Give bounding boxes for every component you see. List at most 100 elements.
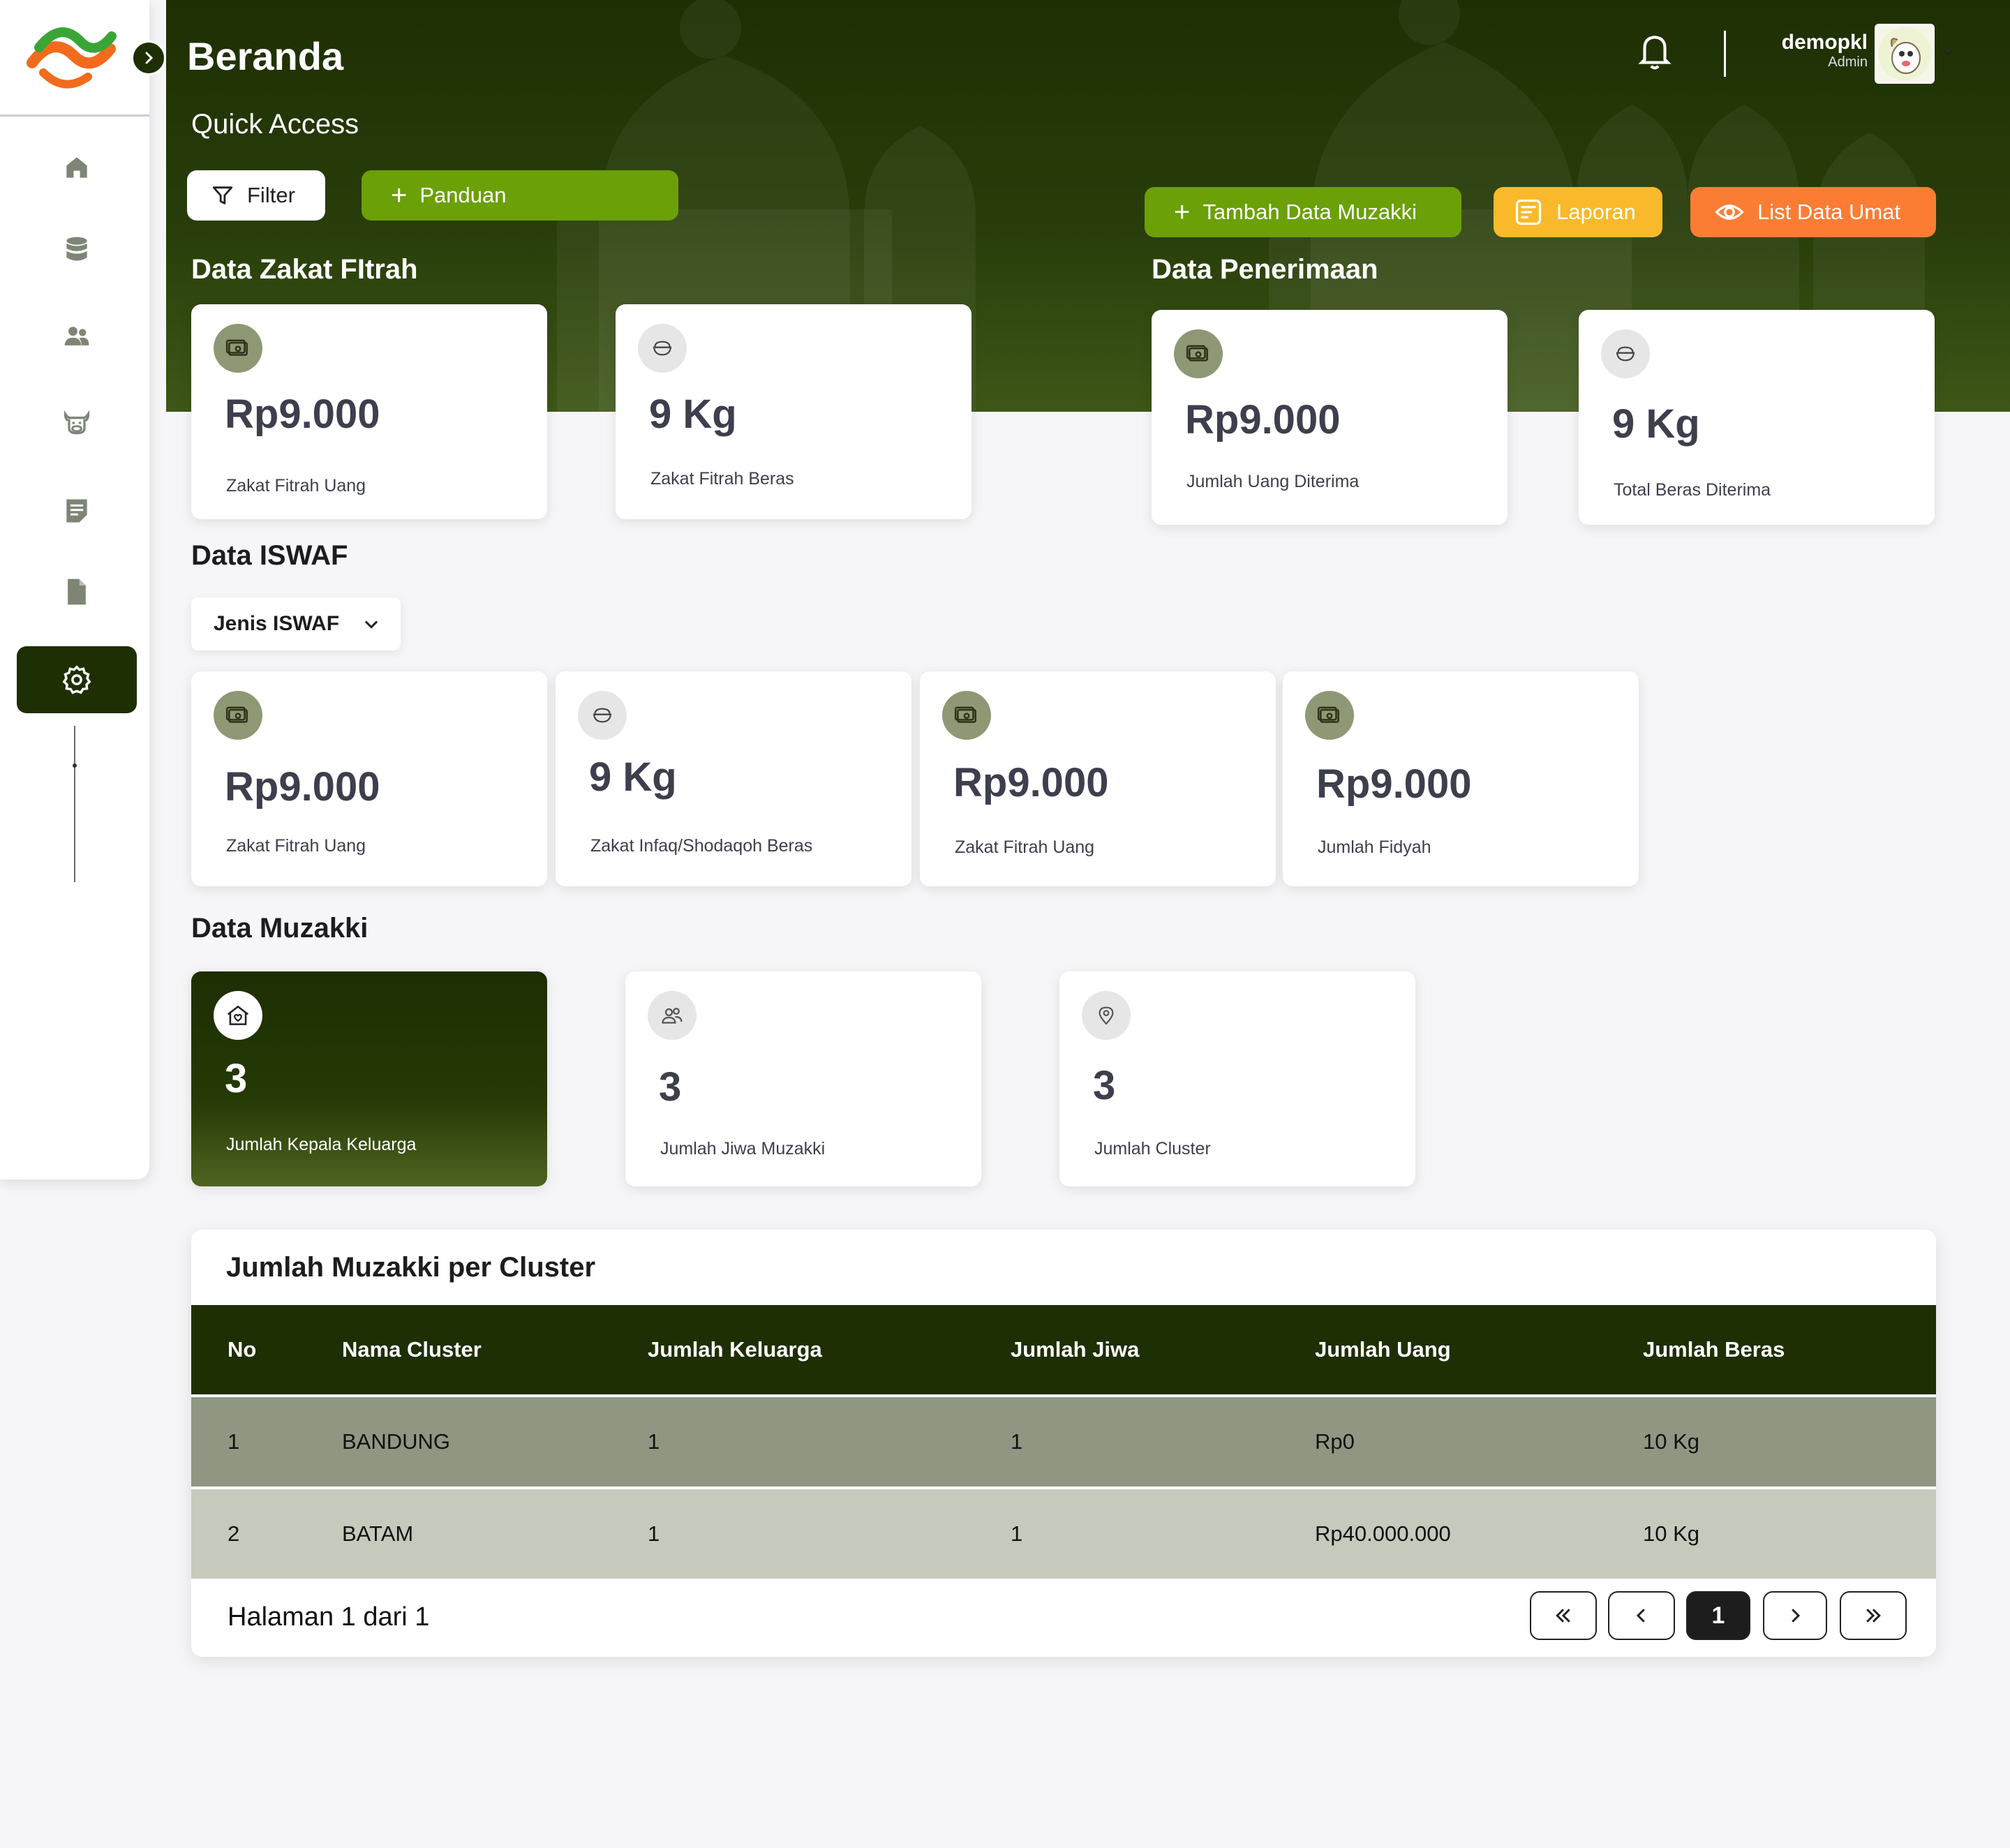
table-cell: Rp0 [1315, 1429, 1355, 1454]
people-icon [648, 991, 697, 1040]
column-header[interactable]: Jumlah Jiwa [1011, 1305, 1139, 1394]
settings-icon [62, 665, 91, 694]
chevron-left-icon [1636, 1609, 1645, 1623]
stat-card-jumlah-uang-diterima: Rp9.000 Jumlah Uang Diterima [1152, 310, 1508, 525]
home-icon [66, 157, 87, 178]
panduan-button[interactable]: + Panduan [362, 170, 678, 221]
cluster-table-card: Jumlah Muzakki per Cluster No Nama Clust… [191, 1230, 1936, 1657]
sidebar-item-database[interactable] [17, 216, 137, 283]
stat-card-iswaf-3: Rp9.000 Zakat Fitrah Uang [920, 671, 1276, 886]
table-cell: 2 [228, 1521, 240, 1546]
column-header[interactable]: Jumlah Beras [1643, 1305, 1785, 1394]
table-cell: 10 Kg [1643, 1429, 1700, 1454]
stat-value: Rp9.000 [225, 392, 380, 437]
sidebar-divider [0, 114, 149, 117]
sidebar-item-settings[interactable] [17, 646, 137, 713]
sidebar-item-cattle[interactable] [17, 389, 137, 456]
table-cell: BANDUNG [342, 1429, 451, 1454]
money-icon [1305, 691, 1354, 740]
stat-card-cluster: 3 Jumlah Cluster [1059, 971, 1415, 1186]
filter-label: Filter [247, 183, 295, 207]
sidebar-scroll-thumb[interactable] [73, 763, 77, 768]
section-title-zakat-fitrah: Data Zakat FItrah [191, 254, 418, 285]
column-header[interactable]: Nama Cluster [342, 1305, 482, 1394]
note-icon [66, 499, 87, 523]
database-icon [66, 237, 87, 261]
rice-bowl-icon [578, 691, 627, 740]
add-muzakki-button[interactable]: + Tambah Data Muzakki [1145, 187, 1461, 237]
table-cell: 1 [228, 1429, 240, 1454]
stat-card-jiwa-muzakki: 3 Jumlah Jiwa Muzakki [625, 971, 981, 1186]
sidebar-item-home[interactable] [17, 134, 137, 201]
money-icon [214, 324, 262, 373]
sidebar-collapse-button[interactable] [131, 40, 166, 75]
location-pin-icon [1082, 991, 1131, 1040]
file-icon [68, 579, 86, 605]
stat-value: Rp9.000 [1185, 397, 1341, 442]
plus-icon: + [391, 180, 408, 211]
eye-icon [1715, 204, 1744, 220]
filter-icon [212, 186, 233, 204]
stat-label: Jumlah Uang Diterima [1186, 472, 1360, 491]
sidebar-item-users[interactable] [17, 303, 137, 370]
previous-page-button[interactable] [1608, 1591, 1675, 1640]
sidebar-item-notes[interactable] [17, 477, 137, 544]
stat-value: 9 Kg [1612, 401, 1700, 447]
panduan-label: Panduan [419, 183, 507, 207]
column-header[interactable]: Jumlah Keluarga [648, 1305, 822, 1394]
stat-label: Zakat Fitrah Beras [650, 469, 794, 489]
stat-label: Jumlah Jiwa Muzakki [660, 1139, 826, 1158]
iswaf-select-label: Jenis ISWAF [214, 612, 340, 635]
next-page-button[interactable] [1763, 1591, 1827, 1640]
chevron-right-icon [1792, 1609, 1801, 1623]
laporan-button[interactable]: Laporan [1494, 187, 1662, 237]
iswaf-type-select[interactable]: Jenis ISWAF [191, 597, 401, 650]
sidebar [0, 0, 149, 1179]
sidebar-item-reports[interactable] [17, 558, 137, 625]
page-button-current[interactable]: 1 [1686, 1591, 1750, 1640]
stat-value: 9 Kg [589, 754, 677, 800]
stat-card-zakat-fitrah-uang: Rp9.000 Zakat Fitrah Uang [191, 304, 547, 519]
column-header[interactable]: Jumlah Uang [1315, 1305, 1451, 1394]
column-header[interactable]: No [228, 1305, 256, 1394]
stat-label: Zakat Fitrah Uang [226, 476, 366, 495]
users-icon [64, 327, 89, 345]
user-name[interactable]: demopkl [1782, 31, 1868, 54]
quick-access-label: Quick Access [191, 109, 359, 140]
table-row[interactable]: 1 BANDUNG 1 1 Rp0 10 Kg [191, 1397, 1936, 1486]
table-cell: BATAM [342, 1521, 414, 1546]
stat-card-iswaf-1: Rp9.000 Zakat Fitrah Uang [191, 671, 547, 886]
stat-value: 3 [659, 1064, 682, 1110]
report-icon [1515, 199, 1542, 225]
user-menu-chevron-down-icon[interactable] [1940, 45, 1956, 64]
table-cell: 1 [648, 1521, 660, 1546]
stat-label: Jumlah Cluster [1094, 1139, 1211, 1158]
table-cell: Rp40.000.000 [1315, 1521, 1451, 1546]
list-data-umat-button[interactable]: List Data Umat [1690, 187, 1936, 237]
table-cell: 1 [648, 1429, 660, 1454]
stat-label: Total Beras Diterima [1614, 480, 1771, 500]
chevrons-left-icon [1556, 1609, 1570, 1623]
stat-card-iswaf-2: 9 Kg Zakat Infaq/Shodaqoh Beras [556, 671, 911, 886]
stat-value: Rp9.000 [953, 760, 1109, 805]
chevrons-right-icon [1866, 1609, 1881, 1623]
table-title: Jumlah Muzakki per Cluster [226, 1252, 596, 1283]
rice-bowl-icon [1601, 329, 1650, 378]
stat-label: Jumlah Fidyah [1318, 837, 1431, 857]
add-muzakki-label: Tambah Data Muzakki [1203, 200, 1417, 224]
first-page-button[interactable] [1530, 1591, 1597, 1640]
filter-button[interactable]: Filter [187, 170, 325, 221]
table-row[interactable]: 2 BATAM 1 1 Rp40.000.000 10 Kg [191, 1489, 1936, 1579]
notification-bell-icon[interactable] [1637, 31, 1672, 75]
stat-card-kepala-keluarga: 3 Jumlah Kepala Keluarga [191, 971, 547, 1186]
stat-label: Zakat Fitrah Uang [955, 837, 1095, 857]
avatar[interactable] [1875, 24, 1935, 84]
table-cell: 1 [1011, 1429, 1023, 1454]
chevron-down-icon [364, 620, 378, 629]
chevron-right-icon [145, 52, 154, 64]
last-page-button[interactable] [1840, 1591, 1907, 1640]
app-logo [25, 21, 119, 94]
stat-value: 3 [225, 1056, 248, 1101]
list-data-umat-label: List Data Umat [1757, 200, 1901, 224]
sidebar-scroll-track[interactable] [74, 726, 75, 882]
